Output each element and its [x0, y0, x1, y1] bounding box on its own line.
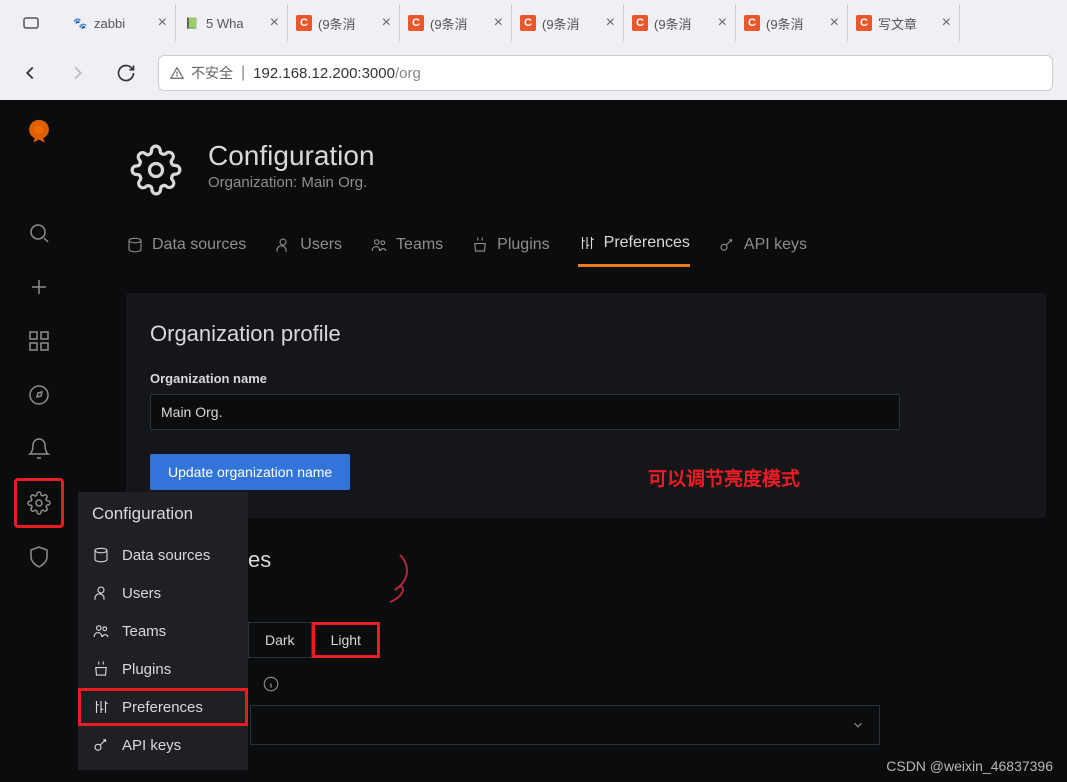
tab-preferences[interactable]: Preferences	[578, 234, 690, 267]
panel-title: Organization profile	[150, 321, 1022, 347]
close-icon[interactable]: ×	[270, 14, 279, 32]
flyout-data-sources[interactable]: Data sources	[78, 536, 248, 574]
browser-tab-4[interactable]: C (9条消 ×	[512, 5, 624, 41]
page-subtitle: Organization: Main Org.	[208, 174, 375, 191]
browser-tab-7[interactable]: C 写文章 ×	[848, 5, 960, 41]
csdn-favicon-icon: C	[408, 15, 424, 31]
close-icon[interactable]: ×	[942, 14, 951, 32]
url-input[interactable]: 不安全 | 192.168.12.200:3000/org	[158, 55, 1053, 91]
close-icon[interactable]: ×	[830, 14, 839, 32]
config-flyout-menu: Configuration Data sources Users Teams P…	[78, 492, 248, 770]
theme-selector: Dark Light	[248, 622, 380, 658]
annotation-text: 可以调节亮度模式	[648, 464, 800, 491]
grafana-logo-icon[interactable]	[19, 114, 59, 154]
plus-icon[interactable]	[14, 262, 64, 312]
browser-tab-6[interactable]: C (9条消 ×	[736, 5, 848, 41]
tab-data-sources[interactable]: Data sources	[126, 234, 246, 267]
firefox-app-icon[interactable]	[18, 10, 44, 36]
configuration-icon[interactable]	[14, 478, 64, 528]
theme-light-button[interactable]: Light	[312, 622, 380, 658]
page-title: Configuration	[208, 140, 375, 172]
favicon-icon: 📗	[184, 15, 200, 31]
tab-plugins[interactable]: Plugins	[471, 234, 549, 267]
refresh-button[interactable]	[110, 57, 142, 89]
dropdown-select[interactable]	[250, 705, 880, 745]
explore-icon[interactable]	[14, 370, 64, 420]
csdn-favicon-icon: C	[856, 15, 872, 31]
flyout-teams[interactable]: Teams	[78, 612, 248, 650]
update-org-name-button[interactable]: Update organization name	[150, 454, 350, 490]
org-name-label: Organization name	[150, 371, 1022, 386]
org-name-input[interactable]	[150, 394, 900, 430]
close-icon[interactable]: ×	[382, 14, 391, 32]
csdn-favicon-icon: C	[632, 15, 648, 31]
flyout-title: Configuration	[78, 492, 248, 536]
flyout-plugins[interactable]: Plugins	[78, 650, 248, 688]
info-icon[interactable]	[262, 675, 280, 698]
csdn-favicon-icon: C	[296, 15, 312, 31]
gear-icon	[126, 140, 186, 200]
chevron-down-icon	[851, 718, 865, 732]
close-icon[interactable]: ×	[494, 14, 503, 32]
partial-text-fragment: es	[248, 547, 271, 573]
flyout-api-keys[interactable]: API keys	[78, 726, 248, 764]
browser-chrome: 🐾 zabbi × 📗 5 Wha × C (9条消 × C (9条消 × C …	[0, 0, 1067, 100]
insecure-icon: 不安全	[169, 63, 233, 83]
search-icon[interactable]	[14, 208, 64, 258]
flyout-preferences[interactable]: Preferences	[78, 688, 248, 726]
close-icon[interactable]: ×	[718, 14, 727, 32]
sidebar	[0, 100, 78, 782]
server-admin-icon[interactable]	[14, 532, 64, 582]
browser-tab-5[interactable]: C (9条消 ×	[624, 5, 736, 41]
flyout-users[interactable]: Users	[78, 574, 248, 612]
close-icon[interactable]: ×	[158, 14, 167, 32]
watermark: CSDN @weixin_46837396	[886, 758, 1053, 774]
back-button[interactable]	[14, 57, 46, 89]
forward-button[interactable]	[62, 57, 94, 89]
tab-api-keys[interactable]: API keys	[718, 234, 807, 267]
csdn-favicon-icon: C	[520, 15, 536, 31]
tab-teams[interactable]: Teams	[370, 234, 443, 267]
tab-bar: 🐾 zabbi × 📗 5 Wha × C (9条消 × C (9条消 × C …	[0, 0, 1067, 46]
browser-tab-2[interactable]: C (9条消 ×	[288, 5, 400, 41]
tab-users[interactable]: Users	[274, 234, 342, 267]
dashboards-icon[interactable]	[14, 316, 64, 366]
browser-tab-3[interactable]: C (9条消 ×	[400, 5, 512, 41]
theme-dark-button[interactable]: Dark	[248, 622, 312, 658]
close-icon[interactable]: ×	[606, 14, 615, 32]
browser-tab-0[interactable]: 🐾 zabbi ×	[64, 5, 176, 41]
url-bar: 不安全 | 192.168.12.200:3000/org	[0, 46, 1067, 100]
browser-tab-1[interactable]: 📗 5 Wha ×	[176, 5, 288, 41]
url-text: 192.168.12.200:3000/org	[253, 65, 421, 82]
csdn-favicon-icon: C	[744, 15, 760, 31]
page-header: Configuration Organization: Main Org.	[126, 140, 1067, 200]
org-profile-panel: Organization profile Organization name U…	[126, 293, 1046, 518]
alerting-icon[interactable]	[14, 424, 64, 474]
zabbix-favicon-icon: 🐾	[72, 15, 88, 31]
tabs: Data sources Users Teams Plugins Prefere…	[126, 234, 1067, 267]
